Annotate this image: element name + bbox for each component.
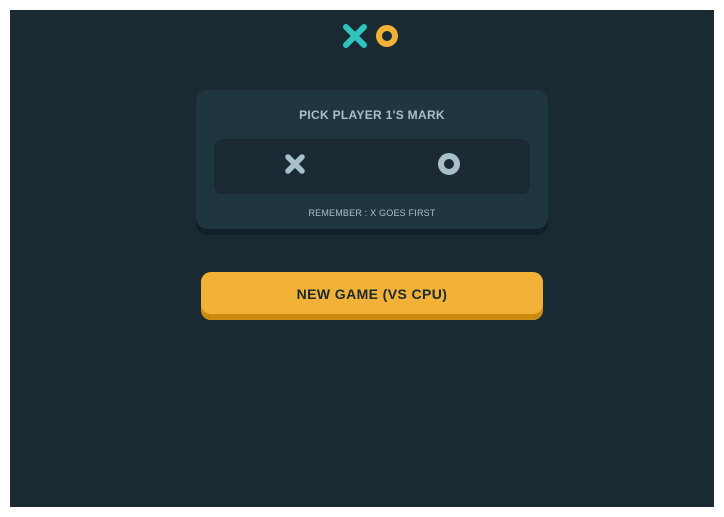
o-icon [437, 152, 461, 181]
mark-option-o[interactable] [373, 144, 525, 189]
x-icon [343, 24, 367, 48]
pick-mark-card: PICK PLAYER 1'S MARK REMEMBER : X GOES F… [196, 90, 548, 235]
pick-mark-title: PICK PLAYER 1'S MARK [299, 108, 445, 122]
x-icon [284, 153, 306, 180]
mark-option-x[interactable] [219, 144, 371, 189]
mark-toggle [214, 139, 530, 194]
new-game-vs-cpu-button[interactable]: NEW GAME (VS CPU) [201, 272, 543, 320]
logo [343, 22, 399, 50]
app-screen: PICK PLAYER 1'S MARK REMEMBER : X GOES F… [10, 10, 714, 507]
turn-reminder: REMEMBER : X GOES FIRST [308, 208, 436, 218]
o-icon [375, 24, 399, 48]
